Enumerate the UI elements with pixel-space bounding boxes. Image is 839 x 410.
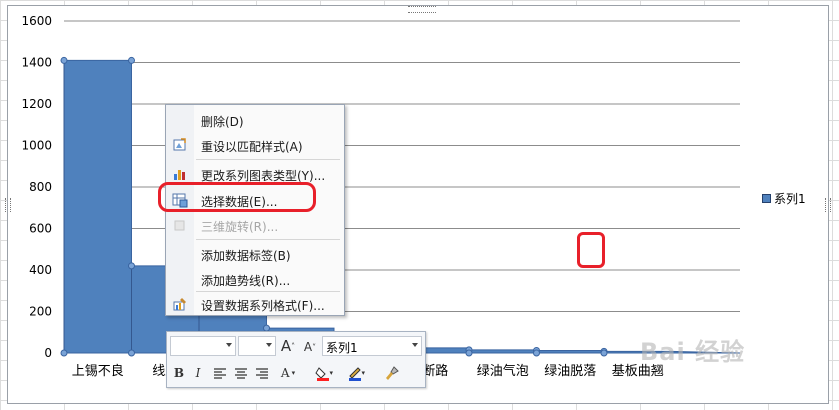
menu-item-delete[interactable]: 删除(D) — [166, 109, 344, 131]
menu-item-label: 添加数据标签(B) — [201, 249, 291, 263]
y-tick-label: 1400 — [21, 56, 52, 70]
data-point-base[interactable] — [533, 349, 540, 357]
y-tick-label: 1600 — [21, 14, 52, 28]
chevron-down-icon — [226, 343, 232, 347]
data-point[interactable] — [128, 56, 135, 64]
menu-item-label: 添加趋势线(R)... — [201, 274, 291, 288]
format-series-icon — [173, 298, 186, 311]
align-center-icon — [235, 368, 247, 379]
line-color-button[interactable]: ▾ — [347, 364, 365, 382]
menu-item-label: 三维旋转(R)... — [201, 220, 279, 234]
legend-swatch — [762, 194, 771, 203]
y-tick-label: 600 — [29, 222, 52, 236]
y-tick-label: 1200 — [21, 97, 52, 111]
menu-item-add-data-labels[interactable]: 添加数据标签(B) — [166, 243, 344, 265]
menu-item-reset-style[interactable]: 重设以匹配样式(A) — [166, 134, 344, 156]
reset-style-icon — [173, 138, 186, 151]
menu-item-3d-rotation: 三维旋转(R)... — [166, 214, 344, 236]
x-tick-label: 上锡不良 — [72, 363, 124, 379]
red-box-annotation — [577, 232, 605, 268]
grow-font-icon: A — [280, 337, 292, 355]
bold-button[interactable]: B — [170, 364, 188, 382]
brush-icon — [386, 366, 399, 380]
bold-icon: B — [173, 366, 185, 380]
mini-toolbar: A ˄ A ˅ 系列1 B I A ▾ ▾ ▾ — [166, 331, 426, 388]
italic-button[interactable]: I — [189, 364, 207, 382]
y-tick-label: 0 — [44, 346, 52, 360]
data-point-base[interactable] — [128, 349, 135, 357]
y-tick-label: 1000 — [21, 139, 52, 153]
data-point[interactable] — [60, 56, 68, 64]
chevron-down-icon — [266, 343, 272, 347]
rotate-3d-icon — [174, 220, 185, 231]
chevron-down-icon — [412, 343, 418, 347]
pen-icon — [349, 367, 362, 381]
chart-element-value: 系列1 — [326, 341, 358, 355]
fill-color-button[interactable]: ▾ — [315, 364, 333, 382]
x-tick-label: 绿油气泡 — [477, 363, 529, 379]
shrink-font-button[interactable]: A ˅ — [301, 338, 319, 356]
menu-separator — [196, 291, 340, 292]
y-tick-label: 200 — [29, 305, 52, 319]
data-point-base[interactable] — [465, 349, 473, 357]
menu-item-label: 设置数据系列格式(F)... — [201, 299, 325, 313]
align-right-button[interactable] — [253, 364, 271, 382]
grow-font-button[interactable]: A ˄ — [279, 337, 297, 355]
y-tick-label: 400 — [29, 263, 52, 277]
menu-item-label: 删除(D) — [201, 115, 244, 129]
menu-item-format-series[interactable]: 设置数据系列格式(F)... — [166, 293, 344, 315]
font-color-button[interactable]: A ▾ — [279, 364, 297, 382]
data-point-base[interactable] — [600, 349, 608, 357]
legend-label: 系列1 — [774, 192, 806, 206]
menu-item-add-trendline[interactable]: 添加趋势线(R)... — [166, 268, 344, 290]
chart-element-select[interactable]: 系列1 — [322, 336, 422, 356]
legend[interactable]: 系列1 — [762, 190, 806, 207]
align-center-button[interactable] — [232, 364, 250, 382]
x-tick-label: 断路 — [422, 363, 448, 379]
align-right-icon — [256, 368, 268, 379]
watermark: Bai 经验 — [640, 338, 746, 366]
format-painter-button[interactable] — [383, 364, 401, 382]
menu-separator — [196, 239, 340, 240]
font-name-select[interactable] — [170, 336, 236, 356]
shrink-font-icon: A — [303, 340, 313, 354]
menu-separator — [196, 159, 340, 160]
y-tick-label: 800 — [29, 180, 52, 194]
x-tick-label: 绿油脱落 — [544, 364, 596, 379]
fill-bucket-icon — [315, 367, 330, 381]
chart-type-icon — [174, 170, 185, 180]
highlight-annotation — [158, 182, 316, 212]
align-left-icon — [214, 368, 226, 379]
align-left-button[interactable] — [211, 364, 229, 382]
italic-icon: I — [195, 366, 201, 380]
font-color-icon: A — [280, 366, 290, 380]
menu-item-label: 重设以匹配样式(A) — [201, 140, 303, 154]
data-point-base[interactable] — [60, 349, 68, 357]
data-point[interactable] — [128, 262, 135, 270]
font-size-select[interactable] — [238, 336, 276, 356]
